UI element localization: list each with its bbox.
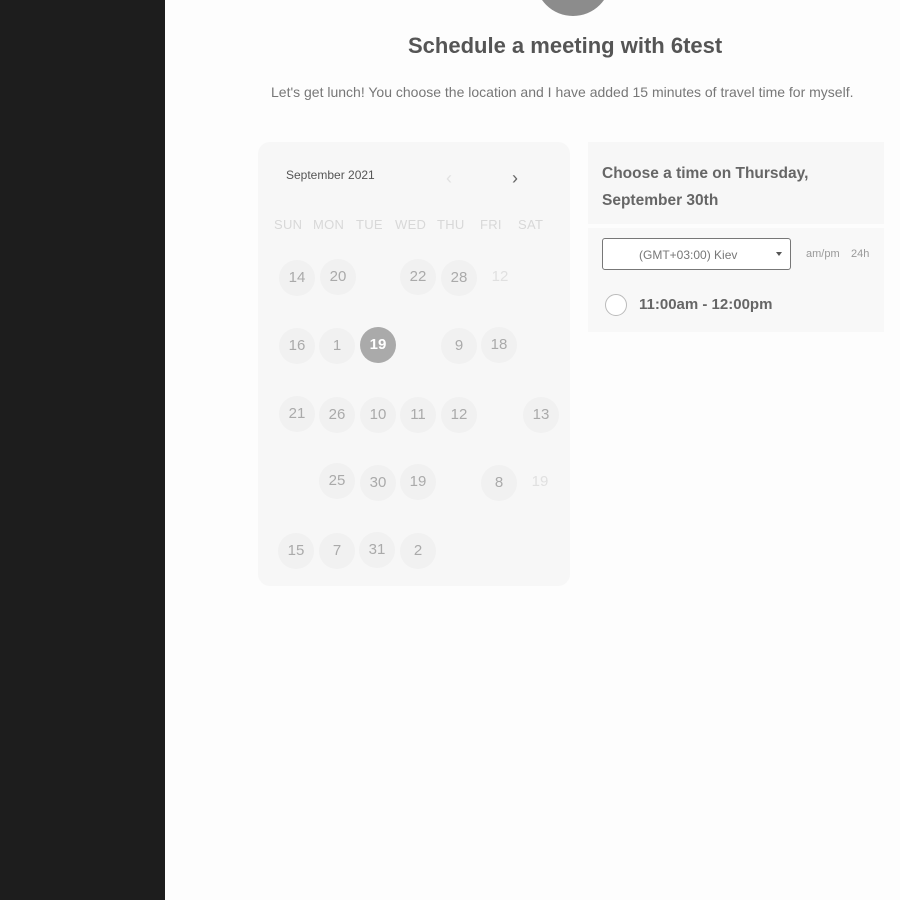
- calendar-day[interactable]: 31: [359, 532, 395, 568]
- format-ampm-toggle[interactable]: am/pm: [806, 248, 840, 260]
- calendar-day: 12: [491, 268, 509, 285]
- calendar-card: [258, 142, 570, 586]
- time-panel-title: Choose a time on Thursday, September 30t…: [602, 165, 809, 209]
- calendar-day[interactable]: 14: [279, 260, 315, 296]
- weekday-thu: THU: [437, 217, 465, 232]
- weekday-tue: TUE: [356, 217, 383, 232]
- calendar-month-label: September 2021: [286, 168, 375, 182]
- calendar-day[interactable]: 10: [360, 397, 396, 433]
- calendar-day[interactable]: 18: [481, 327, 517, 363]
- timezone-value: (GMT+03:00) Kiev: [639, 248, 738, 262]
- calendar-day[interactable]: 22: [400, 259, 436, 295]
- calendar-day[interactable]: 7: [319, 533, 355, 569]
- calendar-day[interactable]: 20: [320, 259, 356, 295]
- calendar-day: 19: [531, 473, 549, 490]
- calendar-day[interactable]: 12: [441, 397, 477, 433]
- format-24h-toggle[interactable]: 24h: [851, 248, 869, 260]
- sidebar: [0, 0, 165, 900]
- calendar-day[interactable]: 2: [400, 533, 436, 569]
- calendar-day[interactable]: 26: [319, 397, 355, 433]
- meeting-description: Let's get lunch! You choose the location…: [271, 84, 854, 100]
- calendar-day[interactable]: 28: [441, 260, 477, 296]
- calendar-day[interactable]: 13: [523, 397, 559, 433]
- weekday-wed: WED: [395, 217, 427, 232]
- calendar-day[interactable]: 16: [279, 328, 315, 364]
- weekday-mon: MON: [313, 217, 345, 232]
- calendar-day[interactable]: 15: [278, 533, 314, 569]
- calendar-day[interactable]: 1: [319, 328, 355, 364]
- caret-down-icon: [776, 252, 782, 256]
- calendar-day[interactable]: 8: [481, 465, 517, 501]
- calendar-day[interactable]: 11: [400, 397, 436, 433]
- calendar-day[interactable]: 25: [319, 463, 355, 499]
- weekday-fri: FRI: [480, 217, 502, 232]
- calendar-day-selected[interactable]: 19: [360, 327, 396, 363]
- calendar-day[interactable]: 9: [441, 328, 477, 364]
- page-title: Schedule a meeting with 6test: [408, 33, 723, 58]
- timezone-select[interactable]: (GMT+03:00) Kiev: [602, 238, 791, 270]
- calendar-day[interactable]: 30: [360, 465, 396, 501]
- calendar-day[interactable]: 21: [279, 396, 315, 432]
- time-slot-radio[interactable]: [605, 294, 627, 316]
- chevron-left-icon[interactable]: ‹: [446, 168, 452, 189]
- weekday-sun: SUN: [274, 217, 303, 232]
- weekday-sat: SAT: [518, 217, 544, 232]
- chevron-right-icon[interactable]: ›: [512, 168, 518, 189]
- calendar-day[interactable]: 19: [400, 464, 436, 500]
- time-slot-label[interactable]: 11:00am - 12:00pm: [639, 296, 772, 313]
